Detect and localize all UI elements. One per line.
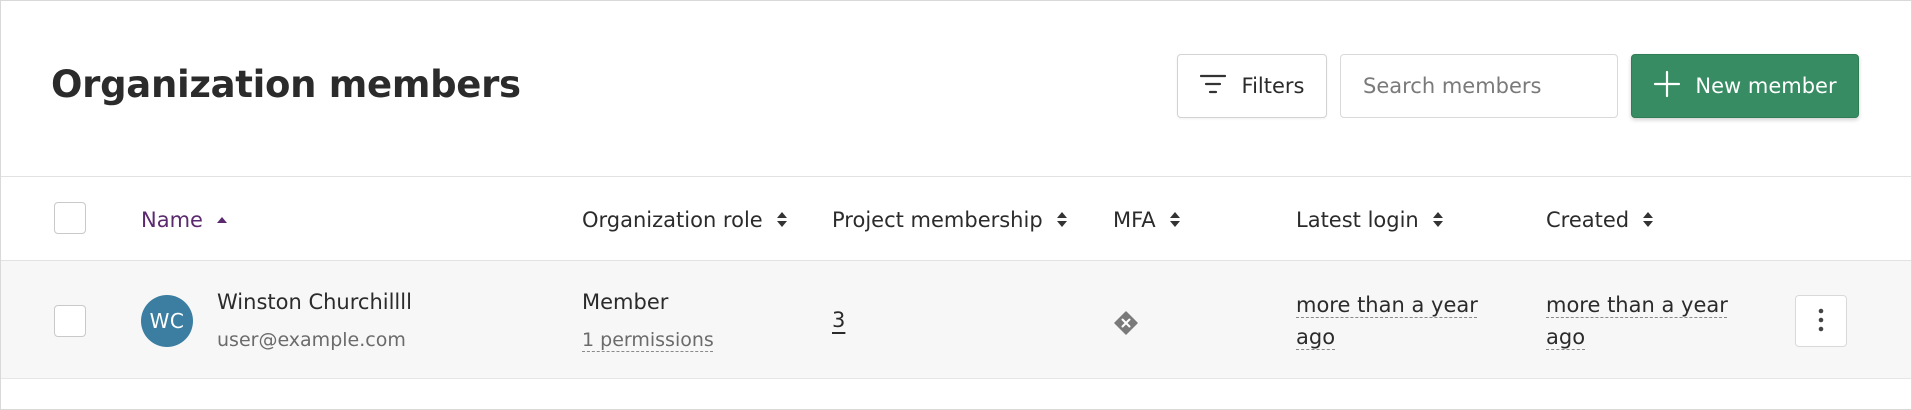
created-cell: more than a year ago	[1546, 289, 1746, 353]
column-label: Name	[141, 207, 203, 232]
column-header-name[interactable]: Name	[141, 177, 227, 262]
sort-icon	[1643, 212, 1654, 227]
filter-icon	[1199, 74, 1226, 99]
column-header-project-membership[interactable]: Project membership	[832, 177, 1067, 262]
sort-icon	[1056, 212, 1067, 227]
latest-login-cell: more than a year ago	[1296, 289, 1496, 353]
table-header: Name Organization role Project membershi…	[1, 176, 1911, 261]
page-title: Organization members	[51, 63, 521, 106]
search-input[interactable]	[1340, 54, 1618, 118]
new-member-label: New member	[1695, 74, 1837, 98]
column-header-mfa[interactable]: MFA	[1113, 177, 1180, 262]
members-page: Organization members Filters New member	[0, 0, 1912, 410]
row-checkbox[interactable]	[54, 305, 86, 337]
latest-login-value[interactable]: more than a year ago	[1296, 293, 1478, 349]
page-header: Organization members Filters New member	[1, 1, 1911, 176]
column-label: Created	[1546, 207, 1630, 232]
sort-icon	[776, 212, 787, 227]
new-member-button[interactable]: New member	[1631, 54, 1859, 118]
select-all-checkbox[interactable]	[54, 202, 86, 234]
sort-icon	[1432, 212, 1443, 227]
created-value[interactable]: more than a year ago	[1546, 293, 1728, 349]
row-actions-button[interactable]	[1795, 295, 1847, 347]
filters-button[interactable]: Filters	[1177, 54, 1327, 118]
sort-icon	[1169, 212, 1180, 227]
plus-icon	[1653, 70, 1681, 103]
permissions-link[interactable]: 1 permissions	[582, 329, 714, 351]
member-role: Member	[582, 290, 669, 314]
column-label: Project membership	[832, 207, 1043, 232]
column-header-organization-role[interactable]: Organization role	[582, 177, 787, 262]
avatar: WC	[141, 295, 193, 347]
table-row: WC Winston Churchillll user@example.com …	[1, 261, 1911, 379]
column-label: MFA	[1113, 207, 1156, 232]
mfa-disabled-icon	[1114, 311, 1138, 335]
column-header-latest-login[interactable]: Latest login	[1296, 177, 1443, 262]
more-vertical-icon	[1818, 308, 1824, 335]
column-header-created[interactable]: Created	[1546, 177, 1654, 262]
member-name: Winston Churchillll	[217, 290, 412, 314]
filters-label: Filters	[1241, 74, 1305, 98]
column-label: Latest login	[1296, 207, 1419, 232]
project-membership-link[interactable]: 3	[832, 308, 845, 332]
column-label: Organization role	[582, 207, 763, 232]
member-email: user@example.com	[217, 329, 406, 351]
sort-ascending-icon	[216, 216, 227, 223]
